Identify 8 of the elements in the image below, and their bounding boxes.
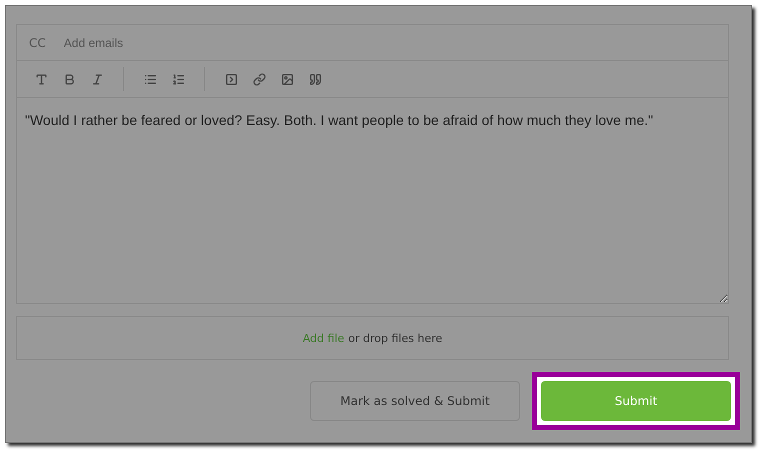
- drop-files-text: or drop files here: [348, 332, 442, 344]
- submit-button[interactable]: Submit: [541, 381, 731, 421]
- cc-label: CC: [29, 36, 46, 50]
- mark-solved-submit-button[interactable]: Mark as solved & Submit: [310, 381, 520, 421]
- message-field[interactable]: "Would I rather be feared or loved? Easy. Both. I want people to be afraid of how much they love me.": [16, 98, 729, 304]
- email-field[interactable]: Add emails: [62, 34, 716, 50]
- file-drop-area[interactable]: Add file or drop files here: [16, 316, 729, 360]
- cc-field[interactable]: CC Add emails: [16, 24, 729, 60]
